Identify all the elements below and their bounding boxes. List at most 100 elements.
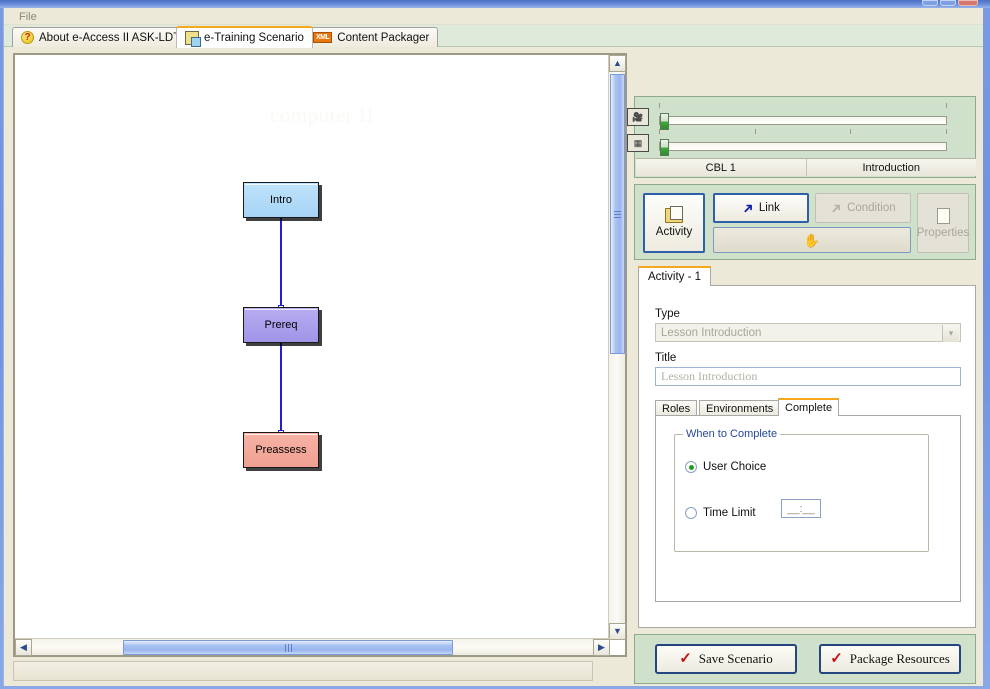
hand-icon: ✋ xyxy=(803,232,821,248)
diagram-canvas[interactable]: computer II Intro Prereq Preassess xyxy=(15,55,610,640)
menu-item-file[interactable]: File xyxy=(14,10,42,24)
video-slider-row: 🎥 xyxy=(627,107,959,130)
title-value: Lesson Introduction xyxy=(661,369,758,383)
canvas-vertical-scrollbar[interactable]: ▲ ▼ xyxy=(608,55,626,640)
edge-intro-prereq[interactable] xyxy=(280,218,282,308)
radio-time-limit[interactable]: Time Limit xyxy=(685,507,756,519)
package-button-label: Package Resources xyxy=(849,651,950,666)
add-link-button[interactable]: ➜ Link xyxy=(713,193,809,223)
video-slider[interactable] xyxy=(659,113,947,130)
scroll-up-button[interactable]: ▲ xyxy=(609,55,626,72)
minimize-button[interactable] xyxy=(922,0,938,6)
tab-e-training-scenario[interactable]: e-Training Scenario xyxy=(176,26,313,48)
filmstrip-icon: ▦ xyxy=(627,134,649,152)
tab-environments-label: Environments xyxy=(706,402,774,415)
node-preassess[interactable]: Preassess xyxy=(243,432,319,468)
chevron-down-icon: ▼ xyxy=(613,626,622,636)
properties-button: Properties xyxy=(917,193,969,253)
tab-about-e-access[interactable]: ? About e-Access II ASK-LDT xyxy=(12,27,190,47)
node-prereq[interactable]: Prereq xyxy=(243,307,319,343)
tab-activity-1[interactable]: Activity - 1 xyxy=(638,266,712,286)
when-to-complete-legend: When to Complete xyxy=(683,428,781,440)
chevron-up-icon: ▲ xyxy=(613,58,622,68)
slider-area: 🎥 ▦ xyxy=(627,97,975,157)
timeline-slider-row: ▦ xyxy=(627,133,959,156)
tab-packager-label: Content Packager xyxy=(337,31,430,44)
menu-bar: File xyxy=(4,8,983,25)
main-tab-strip: ? About e-Access II ASK-LDT e-Training S… xyxy=(4,25,983,48)
xml-icon: XML xyxy=(313,32,333,43)
status-cbl: CBL 1 xyxy=(636,159,807,176)
workspace: computer II Intro Prereq Preassess ▲ ▼ ◀… xyxy=(4,47,983,686)
activity-form-panel: Activity - 1 Type Lesson Introduction ▾ … xyxy=(638,266,976,628)
save-scenario-button[interactable]: ✓ Save Scenario xyxy=(655,644,797,674)
scroll-left-button[interactable]: ◀ xyxy=(15,639,32,656)
tab-complete-label: Complete xyxy=(785,402,833,414)
radio-button-icon xyxy=(685,461,697,473)
title-label: Title xyxy=(655,352,677,364)
document-icon xyxy=(936,207,950,224)
vertical-scroll-thumb[interactable] xyxy=(610,74,625,354)
activity-icon xyxy=(665,206,683,223)
condition-button-label: Condition xyxy=(847,202,896,214)
complete-tab-panel: When to Complete User Choice Time Limit xyxy=(655,415,961,602)
save-button-label: Save Scenario xyxy=(698,651,773,666)
maximize-button[interactable] xyxy=(940,0,956,6)
horizontal-scroll-thumb[interactable] xyxy=(123,640,453,655)
canvas-watermark: computer II xyxy=(270,103,375,127)
chevron-down-icon: ▾ xyxy=(942,325,959,342)
timeline-slider-thumb[interactable] xyxy=(660,139,669,156)
activity-tab-label: Activity - 1 xyxy=(648,271,702,283)
tab-environments[interactable]: Environments xyxy=(699,400,781,416)
scroll-down-button[interactable]: ▼ xyxy=(609,623,626,640)
link-button-label: Link xyxy=(758,202,780,214)
video-slider-thumb[interactable] xyxy=(660,113,669,130)
close-button[interactable] xyxy=(958,0,978,6)
arrow-icon: ➜ xyxy=(826,198,847,218)
preview-status-bar: CBL 1 Introduction xyxy=(636,158,976,176)
scenario-icon xyxy=(185,31,201,47)
type-label: Type xyxy=(655,308,680,320)
package-resources-button[interactable]: ✓ Package Resources xyxy=(819,644,961,674)
time-limit-value: __:__ xyxy=(787,502,815,515)
arrow-icon: ➜ xyxy=(738,198,758,218)
tab-scenario-label: e-Training Scenario xyxy=(204,32,304,44)
activity-subtabs: Roles Environments Complete xyxy=(655,398,961,416)
time-limit-input[interactable]: __:__ xyxy=(781,499,821,518)
checkmark-icon: ✓ xyxy=(830,650,843,667)
add-condition-button: ➜ Condition xyxy=(815,193,911,223)
scroll-right-button[interactable]: ▶ xyxy=(593,639,610,656)
activity-button-label: Activity xyxy=(655,226,693,238)
timeline-slider[interactable] xyxy=(659,139,947,156)
user-choice-label: User Choice xyxy=(703,461,767,473)
node-intro[interactable]: Intro xyxy=(243,182,319,218)
tab-content-packager[interactable]: XML Content Packager xyxy=(304,27,439,47)
tab-about-label: About e-Access II ASK-LDT xyxy=(39,31,181,44)
edge-prereq-preassess[interactable] xyxy=(280,343,282,433)
checkmark-icon: ✓ xyxy=(679,650,692,667)
chevron-left-icon: ◀ xyxy=(20,642,27,652)
add-activity-button[interactable]: Activity xyxy=(643,193,705,253)
tab-roles[interactable]: Roles xyxy=(655,400,698,416)
radio-user-choice[interactable]: User Choice xyxy=(685,461,766,473)
title-input[interactable]: Lesson Introduction xyxy=(655,367,961,386)
left-status-bar xyxy=(13,661,593,681)
preview-panel: 🎥 ▦ CBL 1 Introduction xyxy=(627,96,976,178)
help-icon: ? xyxy=(21,31,34,44)
canvas-horizontal-scrollbar[interactable]: ◀ ▶ xyxy=(15,638,610,656)
editor-toolbar: Activity ➜ Link ➜ Condition Properties ✋ xyxy=(634,184,976,260)
client-area: File ? About e-Access II ASK-LDT e-Train… xyxy=(3,8,983,686)
window-titlebar xyxy=(0,0,990,8)
radio-button-icon xyxy=(685,507,697,519)
tab-roles-label: Roles xyxy=(662,402,691,415)
pan-tool-button[interactable]: ✋ xyxy=(713,227,911,253)
grip-icon xyxy=(614,210,621,218)
camera-icon: 🎥 xyxy=(627,108,649,126)
application-window: File ? About e-Access II ASK-LDT e-Train… xyxy=(0,0,990,689)
right-panel: 🎥 ▦ CBL 1 Introduction Activity ➜ Link ➜… xyxy=(627,53,976,684)
type-value: Lesson Introduction xyxy=(661,326,762,339)
action-bar: ✓ Save Scenario ✓ Package Resources xyxy=(634,634,976,684)
grip-icon xyxy=(284,643,292,652)
scenario-diagram-panel: computer II Intro Prereq Preassess ▲ ▼ ◀… xyxy=(13,53,627,657)
tab-complete[interactable]: Complete xyxy=(778,398,840,416)
